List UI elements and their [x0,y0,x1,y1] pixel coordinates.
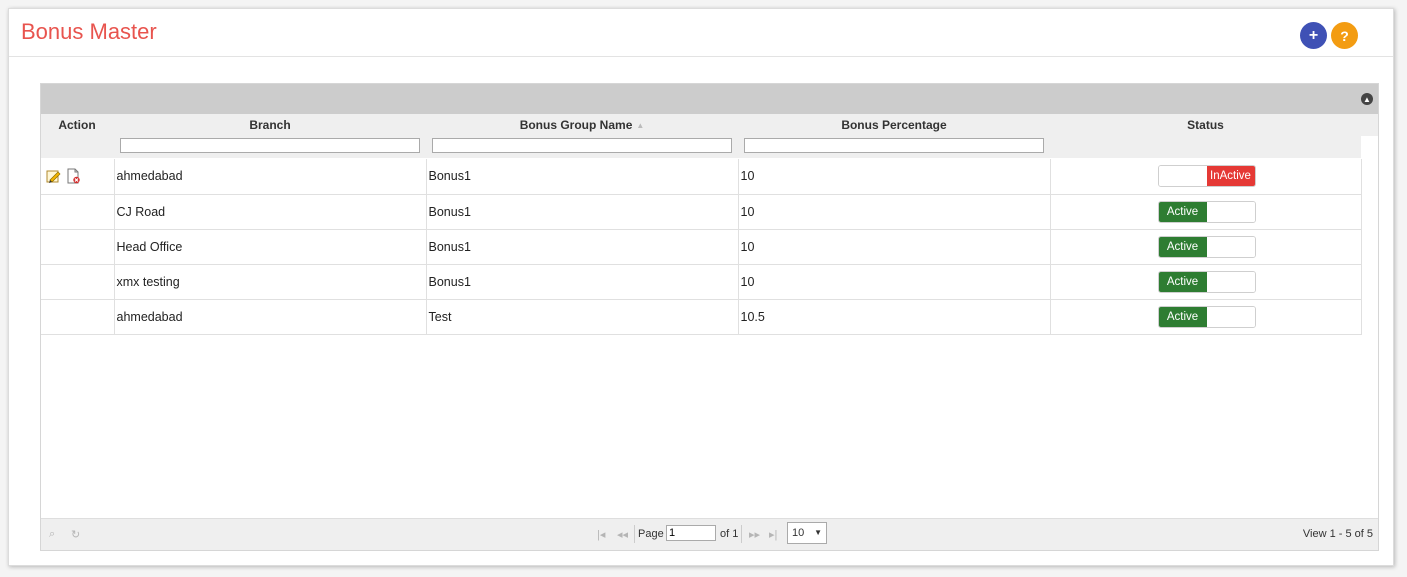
status-cell: Active [1050,194,1362,230]
edit-icon[interactable] [45,168,61,184]
refresh-icon[interactable]: ↻ [71,528,80,541]
status-toggle[interactable]: Active [1157,270,1256,293]
pager-separator [634,525,635,543]
pager: ⌕ ↻ |◂ ◂◂ Page of 1 ▸▸ ▸| 10 ▼ View 1 - … [41,518,1378,550]
bonus-grid: ▲ Action Branch Bonus Group Name ▲ Bonus … [40,83,1379,551]
page-label: Page [638,528,664,540]
branch-cell: ahmedabad [114,299,427,335]
collapse-icon[interactable]: ▲ [1361,93,1373,105]
plus-icon: + [1308,26,1319,44]
search-icon[interactable]: ⌕ [49,528,55,541]
group-cell: Bonus1 [426,229,739,265]
header-bonus-percentage[interactable]: Bonus Percentage [738,118,1050,132]
grid-rows: ahmedabad Bonus1 10 InActive CJ Road Bon… [41,159,1362,335]
action-cell [41,264,115,300]
view-records-info: View 1 - 5 of 5 [1302,528,1373,540]
branch-cell: ahmedabad [114,159,427,195]
group-cell: Bonus1 [426,159,739,195]
toggle-blank-segment [1206,236,1255,257]
action-cell [41,194,115,230]
first-page-icon[interactable]: |◂ [597,528,605,541]
table-row[interactable]: CJ Road Bonus1 10 Active [41,194,1362,230]
action-cell [41,159,115,195]
status-label: Active [1158,236,1207,257]
branch-cell: xmx testing [114,264,427,300]
branch-cell: CJ Road [114,194,427,230]
status-cell: Active [1050,299,1362,335]
toggle-blank-segment [1158,166,1207,187]
group-cell: Test [426,299,739,335]
status-cell: Active [1050,229,1362,265]
status-toggle[interactable]: Active [1157,200,1256,223]
rows-per-page-select[interactable]: 10 ▼ [787,522,827,544]
last-page-icon[interactable]: ▸| [769,528,777,541]
bonus-master-panel: Bonus Master + ? ▲ Action Branch Bonus G… [8,8,1394,566]
header-bonus-group-name-label: Bonus Group Name [519,118,633,132]
page-title: Bonus Master [21,19,157,44]
status-label: InActive [1206,166,1255,187]
table-row[interactable]: xmx testing Bonus1 10 Active [41,264,1362,300]
page-count-label: of 1 [720,528,739,540]
header-status-label: Status [1187,118,1224,132]
add-button[interactable]: + [1300,22,1327,49]
header-bonus-percentage-label: Bonus Percentage [841,118,947,132]
table-row[interactable]: Head Office Bonus1 10 Active [41,229,1362,265]
branch-filter-input[interactable] [120,138,420,153]
pager-separator [741,525,742,543]
caret-down-icon: ▼ [814,528,822,537]
status-cell: InActive [1050,159,1362,195]
prev-page-icon[interactable]: ◂◂ [617,528,628,541]
status-label: Active [1158,271,1207,292]
header-status[interactable]: Status [1050,118,1361,132]
toggle-blank-segment [1206,306,1255,327]
header-bonus-group-name[interactable]: Bonus Group Name ▲ [426,118,738,132]
toggle-blank-segment [1206,201,1255,222]
help-button[interactable]: ? [1331,22,1358,49]
filter-row [41,136,1361,158]
status-toggle[interactable]: InActive [1157,165,1256,188]
table-row[interactable]: ahmedabad Bonus1 10 InActive [41,159,1362,195]
action-cell [41,229,115,265]
group-cell: Bonus1 [426,264,739,300]
rows-per-page-value: 10 [792,527,805,539]
percentage-cell: 10 [738,229,1051,265]
table-row[interactable]: ahmedabad Test 10.5 Active [41,299,1362,335]
status-label: Active [1158,306,1207,327]
next-page-icon[interactable]: ▸▸ [749,528,760,541]
header-branch-label: Branch [249,118,291,132]
bonus-percentage-filter-input[interactable] [744,138,1044,153]
toggle-blank-segment [1206,271,1255,292]
percentage-cell: 10.5 [738,299,1051,335]
percentage-cell: 10 [738,159,1051,195]
percentage-cell: 10 [738,264,1051,300]
action-cell [41,299,115,335]
header-branch[interactable]: Branch [114,118,426,132]
question-icon: ? [1340,27,1349,44]
page-number-input[interactable] [666,525,716,541]
status-toggle[interactable]: Active [1157,305,1256,328]
column-headers: Action Branch Bonus Group Name ▲ Bonus Pe… [41,114,1378,136]
header-divider [9,56,1393,57]
status-toggle[interactable]: Active [1157,235,1256,258]
sort-icon: ▲ [636,121,645,130]
grid-caption-bar: ▲ [41,84,1378,114]
group-cell: Bonus1 [426,194,739,230]
status-cell: Active [1050,264,1362,300]
percentage-cell: 10 [738,194,1051,230]
branch-cell: Head Office [114,229,427,265]
status-label: Active [1158,201,1207,222]
bonus-group-filter-input[interactable] [432,138,732,153]
delete-icon[interactable] [65,168,81,184]
header-action: Action [58,118,96,132]
